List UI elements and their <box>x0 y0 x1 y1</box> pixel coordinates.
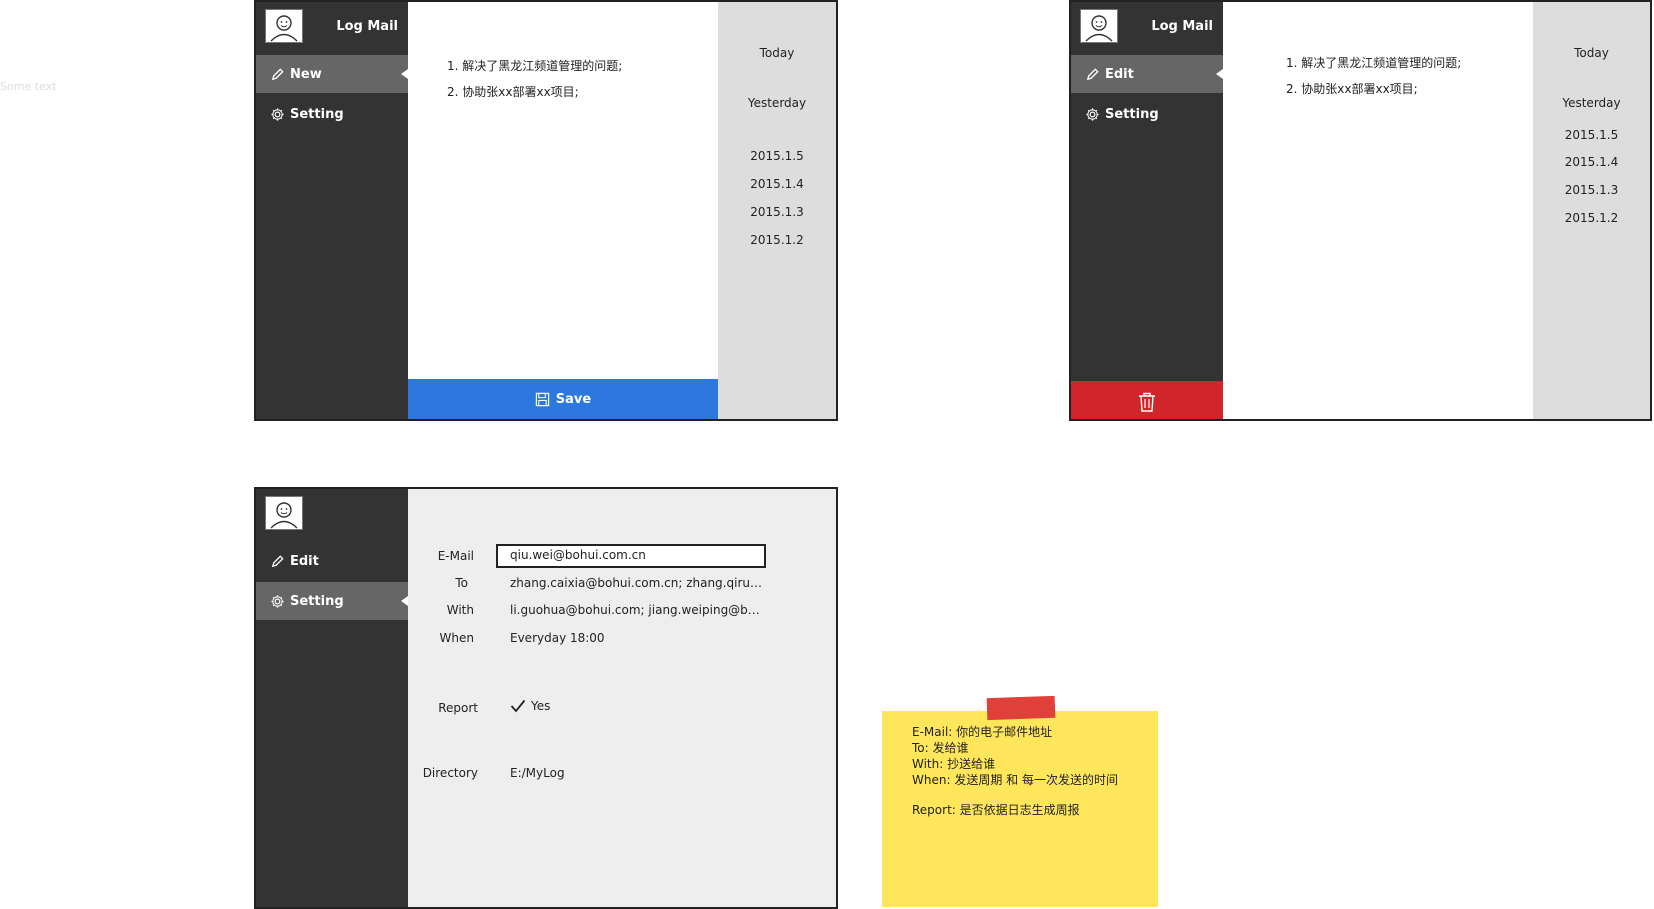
sticky-line: Report: 是否依据日志生成周报 <box>912 803 1080 817</box>
gear-icon <box>1086 107 1099 121</box>
date-item[interactable]: 2015.1.5 <box>1533 128 1650 142</box>
sidebar: Log Mail New Setting <box>256 2 408 419</box>
gear-icon <box>271 594 284 608</box>
date-item[interactable]: 2015.1.3 <box>1533 183 1650 197</box>
nav-setting-label: Setting <box>290 106 344 122</box>
save-label: Save <box>555 391 592 407</box>
pencil-icon <box>271 554 284 567</box>
when-label: When <box>439 631 474 645</box>
nav-setting-label: Setting <box>1105 106 1159 122</box>
pencil-icon <box>1086 67 1099 80</box>
settings-panel: E-Mail qiu.wei@bohui.com.cn To zhang.cai… <box>408 489 836 907</box>
nav-item-edit[interactable]: Edit <box>1071 55 1223 93</box>
avatar[interactable] <box>1080 9 1118 43</box>
report-value: Yes <box>531 699 551 713</box>
note-line: 2. 协助张xx部署xx项目; <box>1286 82 1418 96</box>
app-title: Log Mail <box>336 19 398 34</box>
avatar[interactable] <box>265 9 303 43</box>
directory-label: Directory <box>422 766 478 780</box>
email-label: E-Mail <box>437 549 474 563</box>
email-field[interactable]: qiu.wei@bohui.com.cn <box>496 544 766 568</box>
pencil-icon <box>271 67 284 80</box>
nav-item-new[interactable]: New <box>256 55 408 93</box>
date-item[interactable]: 2015.1.4 <box>1533 155 1650 169</box>
date-item[interactable]: Today <box>718 46 836 60</box>
tape <box>986 695 1056 721</box>
nav-item-setting[interactable]: Setting <box>256 95 408 133</box>
date-item[interactable]: Today <box>1533 46 1650 60</box>
avatar[interactable] <box>265 496 303 530</box>
screen-setting: Edit Setting E-Mail qiu.wei@bohui.com.cn… <box>254 487 838 909</box>
date-list: Today Yesterday 2015.1.5 2015.1.4 2015.1… <box>1533 2 1650 419</box>
sticky-line: To: 发给谁 <box>912 741 969 755</box>
sticky-line: When: 发送周期 和 每一次发送的时间 <box>912 773 1118 787</box>
note-editor[interactable]: 1. 解决了黑龙江频道管理的问题; 2. 协助张xx部署xx项目; <box>408 2 718 419</box>
date-item[interactable]: 2015.1.2 <box>1533 211 1650 225</box>
nav-item-setting[interactable]: Setting <box>1071 95 1223 133</box>
date-item[interactable]: Yesterday <box>1533 96 1650 110</box>
screen-new: Log Mail New Setting 1. 解决了黑龙江频道管理的问题; 2… <box>254 0 838 421</box>
to-field[interactable]: zhang.caixia@bohui.com.cn; zhang.qirun@b… <box>510 576 766 590</box>
date-item[interactable]: 2015.1.4 <box>718 177 836 191</box>
sticky-line: With: 抄送给谁 <box>912 757 996 771</box>
screen-edit: Log Mail Edit Setting 1. 解决了黑龙江频道管理的问题; … <box>1069 0 1652 421</box>
date-item[interactable]: 2015.1.2 <box>718 233 836 247</box>
date-list: Today Yesterday 2015.1.5 2015.1.4 2015.1… <box>718 2 836 419</box>
nav-setting-label: Setting <box>290 593 344 609</box>
date-item[interactable]: 2015.1.5 <box>718 149 836 163</box>
nav-item-edit[interactable]: Edit <box>256 542 408 580</box>
note-editor[interactable]: 1. 解决了黑龙江频道管理的问题; 2. 协助张xx部署xx项目; <box>1223 2 1533 419</box>
with-field[interactable]: li.guohua@bohui.com; jiang.weiping@bohui… <box>510 603 766 617</box>
report-label: Report <box>438 701 478 715</box>
nav-edit-label: Edit <box>1105 66 1134 82</box>
to-label: To <box>455 576 468 590</box>
floppy-disk-icon <box>535 392 549 406</box>
app-title: Log Mail <box>1151 19 1213 34</box>
nav-new-label: New <box>290 66 322 82</box>
directory-field[interactable]: E:/MyLog <box>510 766 766 780</box>
sticky-note: E-Mail: 你的电子邮件地址 To: 发给谁 With: 抄送给谁 When… <box>882 711 1158 907</box>
sidebar: Log Mail Edit Setting <box>1071 2 1223 419</box>
sidebar: Edit Setting <box>256 489 408 907</box>
when-field[interactable]: Everyday 18:00 <box>510 631 766 645</box>
note-line: 1. 解决了黑龙江频道管理的问题; <box>447 59 623 73</box>
date-item[interactable]: Yesterday <box>718 96 836 110</box>
ghost-text: Some text <box>0 80 57 93</box>
checkmark-icon <box>510 699 526 713</box>
trash-icon <box>1139 392 1155 412</box>
gear-icon <box>271 107 284 121</box>
nav-item-setting[interactable]: Setting <box>256 582 408 620</box>
delete-button[interactable] <box>1071 381 1223 419</box>
with-label: With <box>446 603 474 617</box>
note-line: 2. 协助张xx部署xx项目; <box>447 85 579 99</box>
nav-edit-label: Edit <box>290 553 319 569</box>
report-checkbox[interactable]: Yes <box>510 699 550 713</box>
date-item[interactable]: 2015.1.3 <box>718 205 836 219</box>
note-line: 1. 解决了黑龙江频道管理的问题; <box>1286 56 1462 70</box>
sticky-line: E-Mail: 你的电子邮件地址 <box>912 725 1053 739</box>
save-button[interactable]: Save <box>408 379 718 419</box>
